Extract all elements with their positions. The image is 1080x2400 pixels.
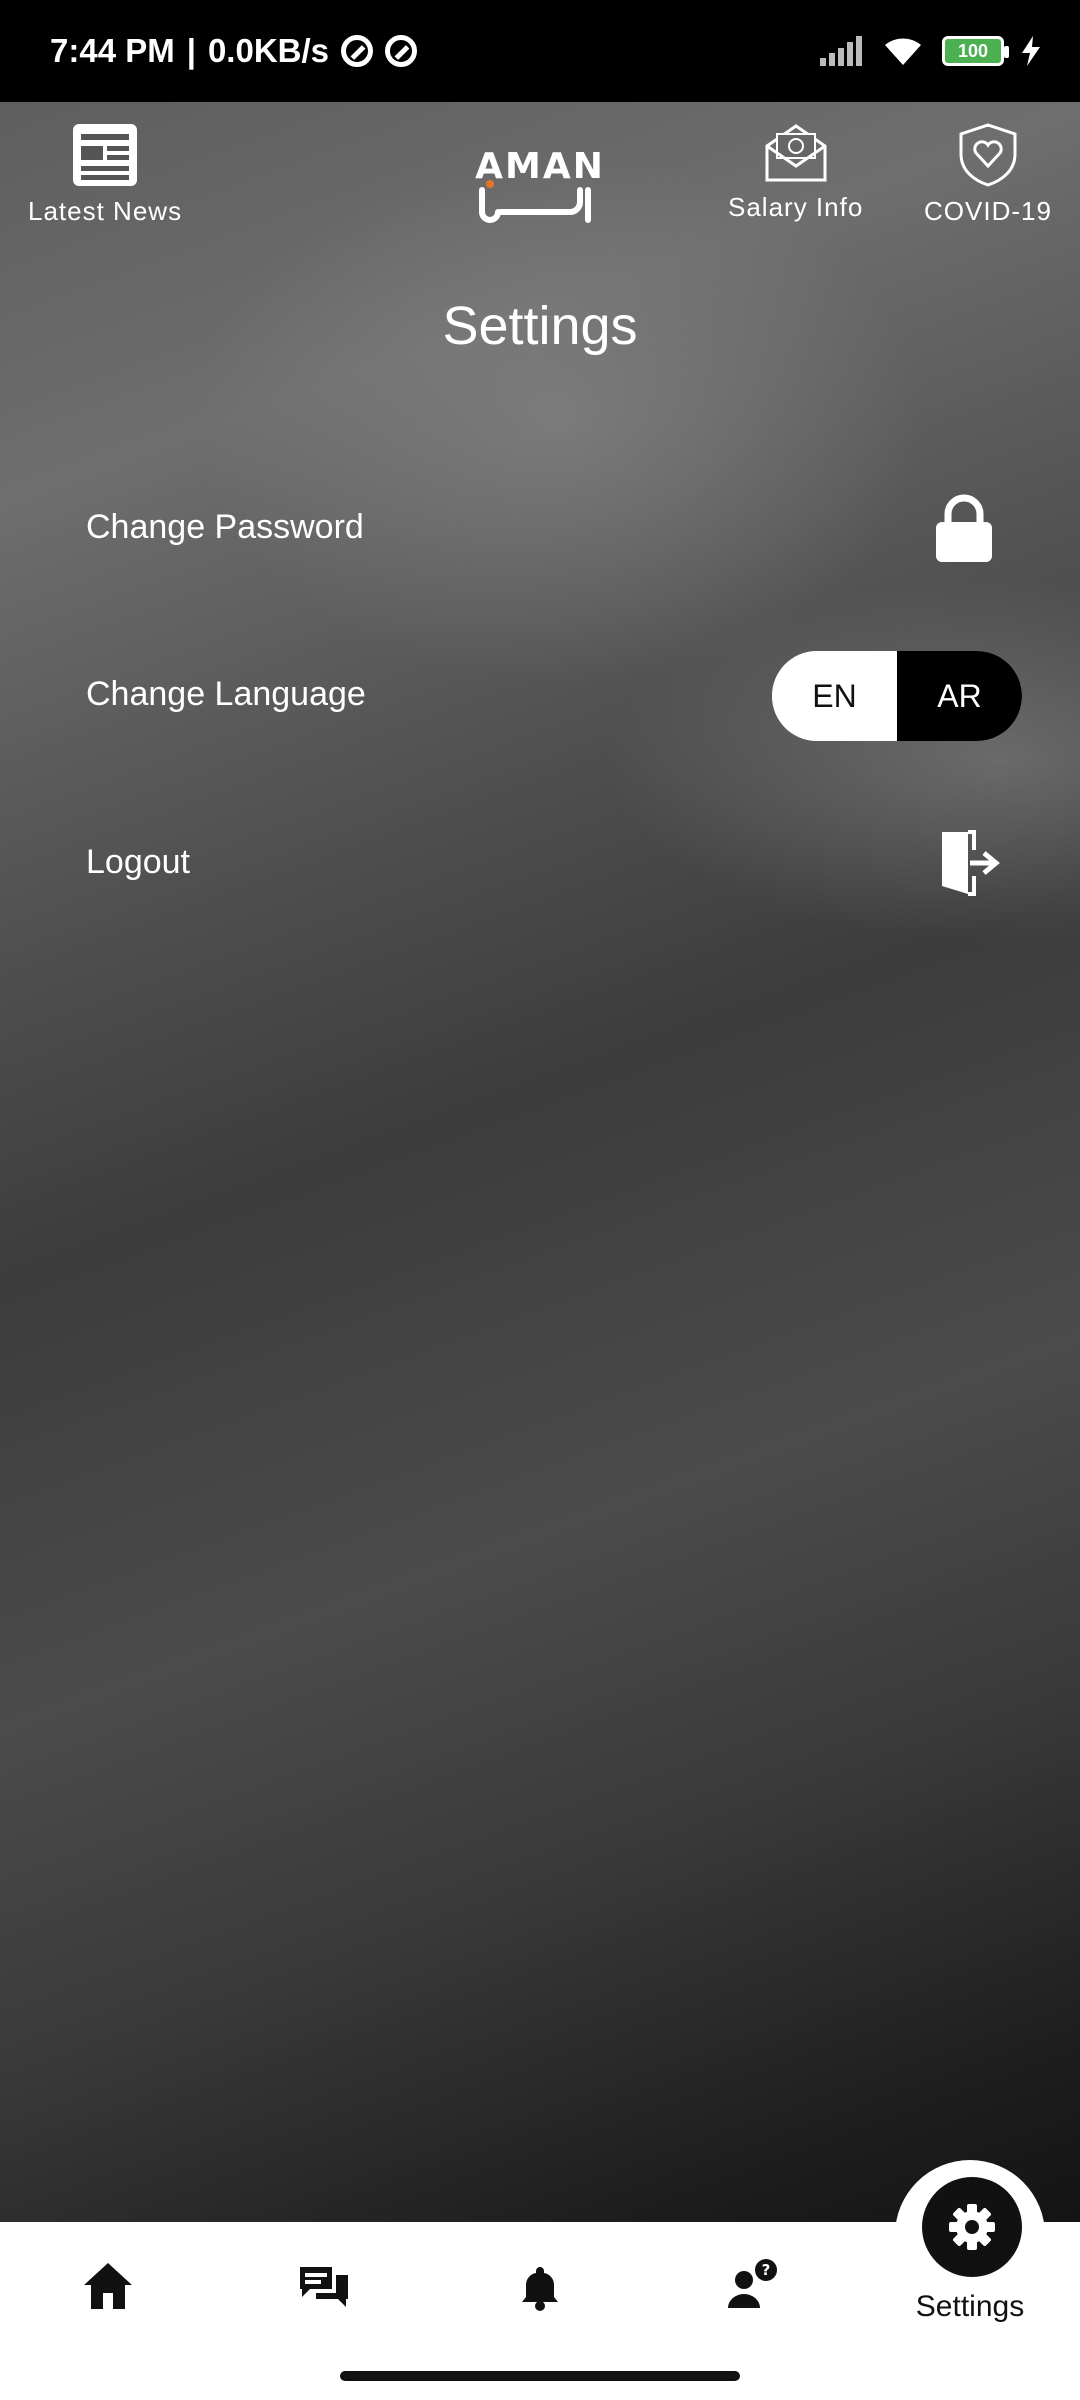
signal-icon bbox=[820, 36, 862, 66]
nav-help[interactable]: ? bbox=[722, 2254, 782, 2314]
nav-notifications[interactable] bbox=[510, 2258, 570, 2318]
logout-door-icon[interactable] bbox=[938, 828, 1000, 898]
bell-icon bbox=[522, 2267, 558, 2311]
logout-row[interactable]: Logout bbox=[86, 843, 190, 882]
data-saver-icon bbox=[341, 35, 374, 67]
change-password-label: Change Password bbox=[86, 508, 364, 546]
logo-mark-icon: AMAN bbox=[475, 146, 605, 223]
aman-logo: AMAN bbox=[470, 142, 610, 232]
nav-home[interactable] bbox=[78, 2256, 138, 2316]
sync-icon bbox=[385, 35, 418, 67]
chat-icon bbox=[300, 2267, 348, 2307]
nav-settings[interactable] bbox=[922, 2177, 1022, 2277]
covid-label: COVID-19 bbox=[924, 196, 1052, 226]
lang-en-option[interactable]: EN bbox=[772, 651, 897, 741]
svg-text:?: ? bbox=[762, 2261, 771, 2279]
logout-label: Logout bbox=[86, 843, 190, 881]
top-navigation: Latest News AMAN Salary Info COVID-19 bbox=[0, 102, 1080, 252]
envelope-money-icon bbox=[765, 124, 827, 182]
gear-icon bbox=[949, 2204, 995, 2250]
status-bar: 7:44 PM | 0.0KB/s 100 bbox=[0, 0, 1080, 102]
lock-icon[interactable] bbox=[934, 494, 994, 564]
battery-level: 100 bbox=[957, 40, 989, 61]
wifi-icon bbox=[885, 38, 921, 65]
clock: 7:44 PM bbox=[50, 32, 175, 69]
home-indicator bbox=[340, 2371, 740, 2381]
nav-covid[interactable]: COVID-19 bbox=[924, 122, 1052, 227]
newspaper-icon bbox=[73, 124, 138, 186]
latest-news-label: Latest News bbox=[28, 196, 183, 226]
separator: | bbox=[186, 32, 196, 69]
background-gradient bbox=[0, 0, 1080, 2400]
nav-salary-info[interactable]: Salary Info bbox=[728, 122, 863, 223]
help-user-icon: ? bbox=[728, 2259, 777, 2308]
nav-latest-news[interactable]: Latest News bbox=[28, 122, 182, 227]
page-title: Settings bbox=[442, 296, 638, 356]
shield-heart-icon bbox=[959, 123, 1017, 187]
charging-icon bbox=[1022, 36, 1040, 66]
change-password-row[interactable]: Change Password bbox=[86, 508, 364, 547]
svg-text:AMAN: AMAN bbox=[475, 146, 605, 187]
nav-chat[interactable] bbox=[294, 2256, 354, 2316]
status-right: 100 bbox=[820, 35, 1040, 67]
language-toggle[interactable]: EN AR bbox=[772, 651, 1022, 741]
lang-ar-option[interactable]: AR bbox=[897, 651, 1022, 741]
change-language-row: Change Language bbox=[86, 675, 366, 714]
network-speed: 0.0KB/s bbox=[207, 32, 330, 69]
status-left: 7:44 PM | 0.0KB/s bbox=[50, 32, 418, 70]
change-language-label: Change Language bbox=[86, 675, 366, 713]
settings-tab-label: Settings bbox=[915, 2290, 1025, 2323]
salary-info-label: Salary Info bbox=[728, 192, 864, 222]
home-icon bbox=[84, 2263, 132, 2309]
battery-icon: 100 bbox=[942, 36, 1009, 66]
